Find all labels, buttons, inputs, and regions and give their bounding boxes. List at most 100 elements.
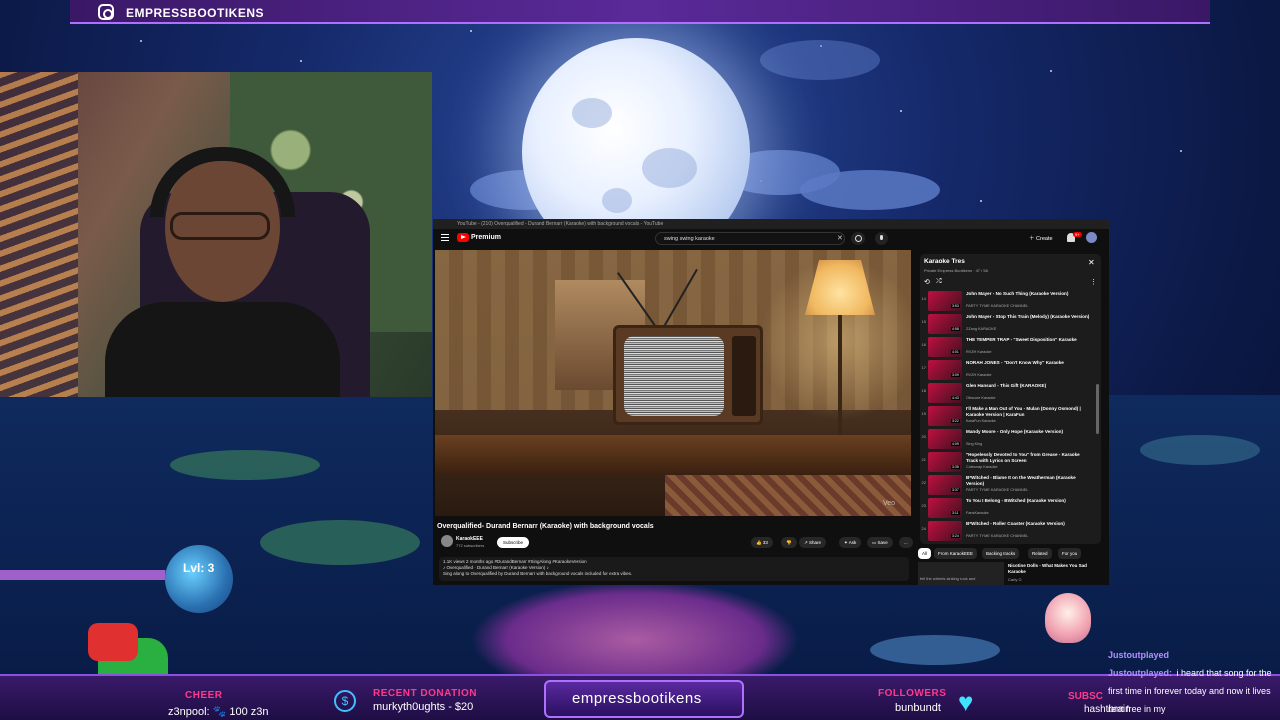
browser-tab-title[interactable]: YouTube - (210) Overqualified - Durand B… bbox=[433, 219, 1109, 229]
chat-overlay: Justoutplayed Justoutplayed: i heard tha… bbox=[1108, 645, 1278, 717]
playlist-item-thumbnail[interactable] bbox=[928, 475, 962, 495]
playlist-panel: Karaoke Tres Private Empress Bootikens ·… bbox=[920, 254, 1101, 544]
shuffle-icon[interactable]: ⤮ bbox=[936, 278, 942, 286]
share-button[interactable]: ↗ Share bbox=[799, 537, 827, 548]
playlist-item-title[interactable]: Glen Hansard - This Gift (KARAOKE) bbox=[966, 383, 1090, 389]
menu-icon[interactable] bbox=[441, 234, 449, 241]
followers-label: FOLLOWERS bbox=[878, 688, 947, 699]
playlist-scrollbar[interactable] bbox=[1096, 384, 1099, 434]
playlist-item[interactable]: 19 3:22 I'll Make a Man Out of You - Mulan… bbox=[920, 405, 1098, 428]
more-icon[interactable]: ⋮ bbox=[1090, 278, 1097, 286]
ask-button[interactable]: ✦ Ask bbox=[839, 537, 862, 548]
more-actions-button[interactable]: ... bbox=[899, 537, 913, 548]
related-thumbnail[interactable]: fell the wheels sinking rock and bbox=[918, 562, 1004, 585]
playlist-item[interactable]: 18 4:43 Glen Hansard - This Gift (KARAOKE)… bbox=[920, 382, 1098, 405]
filter-chip[interactable]: For you bbox=[1058, 548, 1082, 559]
playlist-item-title[interactable]: NORAH JONES - "Don't Know Why" Karaoke bbox=[966, 360, 1090, 366]
playlist-item-duration: 3:11 bbox=[951, 511, 960, 515]
playlist-item-thumbnail[interactable] bbox=[928, 337, 962, 357]
related-video[interactable]: fell the wheels sinking rock and Nicotin… bbox=[918, 562, 1108, 585]
playlist-item-title[interactable]: I'll Make a Man Out of You - Mulan (Donn… bbox=[966, 406, 1090, 418]
star bbox=[140, 40, 142, 42]
glasses bbox=[170, 212, 270, 240]
subscribe-button[interactable]: Subscribe bbox=[497, 537, 530, 548]
playlist-item-thumbnail[interactable] bbox=[928, 521, 962, 541]
channel-name: empressbootikens bbox=[572, 690, 702, 707]
cheer-label: CHEER bbox=[185, 690, 223, 701]
playlist-item-title[interactable]: To You I Belong - BWitched (Karaoke Vers… bbox=[966, 498, 1090, 504]
playlist-item-number: 22 bbox=[921, 480, 926, 485]
create-button[interactable]: ＋ Create bbox=[1029, 234, 1053, 242]
dollar-icon: $ bbox=[334, 690, 356, 712]
video-player[interactable]: Veo bbox=[435, 250, 911, 516]
chat-username: Justoutplayed bbox=[1108, 650, 1170, 660]
playlist-item-thumbnail[interactable] bbox=[928, 406, 962, 426]
filter-chip[interactable]: Backing tracks bbox=[982, 548, 1020, 559]
playlist-item[interactable]: 20 4:09 Mandy Moore - Only Hope (Karaoke V… bbox=[920, 428, 1098, 451]
filter-chip[interactable]: Related bbox=[1028, 548, 1052, 559]
search-input[interactable]: swing swing karaoke bbox=[655, 232, 845, 245]
channel-name[interactable]: KaraokEEE bbox=[456, 536, 483, 542]
playlist-item-thumbnail[interactable] bbox=[928, 498, 962, 518]
playlist-item[interactable]: 14 3:53 John Mayer - No Such Thing (Karaok… bbox=[920, 290, 1098, 313]
playlist-item-channel: RVZH Karaoke bbox=[966, 350, 992, 354]
playlist-item[interactable]: 22 3:37 B*Witched - Blame It on the Weathe… bbox=[920, 474, 1098, 497]
playlist-item-title[interactable]: John Mayer - No Such Thing (Karaoke Vers… bbox=[966, 291, 1090, 297]
playlist-item-title[interactable]: Mandy Moore - Only Hope (Karaoke Version… bbox=[966, 429, 1090, 435]
playlist-item[interactable]: 24 3:24 B*Witched - Roller Coaster (Karaok… bbox=[920, 520, 1098, 543]
filter-chip[interactable]: All bbox=[918, 548, 932, 559]
loop-icon[interactable]: ⟲ bbox=[924, 278, 930, 286]
youtube-brand[interactable]: Premium bbox=[471, 234, 501, 241]
playlist-title[interactable]: Karaoke Tres bbox=[924, 258, 965, 265]
xp-bar-fill bbox=[0, 570, 165, 580]
channel-avatar[interactable] bbox=[441, 535, 453, 547]
playlist-item-duration: 3:22 bbox=[951, 419, 960, 423]
video-description[interactable]: 1.1K views 2 months ago #DurandBernarr #… bbox=[439, 557, 909, 581]
playlist-item[interactable]: 21 3:35 "Hopelessly Devoted to You" from G… bbox=[920, 451, 1098, 474]
related-title[interactable]: Nicotine Dolls - What Makes You Sad Kara… bbox=[1008, 563, 1103, 575]
playlist-item-duration: 3:24 bbox=[951, 534, 960, 538]
playlist-item-title[interactable]: THE TEMPER TRAP - "Sweet Disposition" Ka… bbox=[966, 337, 1090, 343]
sparkle-icon: ✦ bbox=[844, 540, 848, 545]
thumbs-down-icon: 👎 bbox=[786, 540, 792, 545]
playlist-item[interactable]: 15 4:58 John Mayer - Stop This Train (Melo… bbox=[920, 313, 1098, 336]
playlist-item[interactable]: 16 4:01 THE TEMPER TRAP - "Sweet Dispositi… bbox=[920, 336, 1098, 359]
playlist-item-title[interactable]: "Hopelessly Devoted to You" from Grease … bbox=[966, 452, 1090, 464]
playlist-item-channel: ZZang KARAOKE bbox=[966, 327, 997, 331]
playlist-item-thumbnail[interactable] bbox=[928, 314, 962, 334]
search-icon[interactable] bbox=[851, 232, 865, 245]
playlist-item-duration: 3:35 bbox=[951, 465, 960, 469]
coffee-table bbox=[435, 435, 911, 475]
filter-chips: All From KaraokEEE Backing tracks Related Fo… bbox=[918, 548, 1108, 560]
playlist-item-thumbnail[interactable] bbox=[928, 360, 962, 380]
youtube-window: YouTube - (210) Overqualified - Durand B… bbox=[433, 219, 1109, 585]
save-label: Save bbox=[877, 540, 888, 545]
lotus-flower bbox=[470, 580, 800, 680]
microphone-icon[interactable] bbox=[875, 232, 888, 245]
playlist-item-duration: 4:43 bbox=[951, 396, 960, 400]
youtube-logo-icon[interactable] bbox=[457, 233, 469, 242]
rug bbox=[665, 475, 911, 516]
like-button[interactable]: 👍 33 bbox=[751, 537, 773, 548]
save-button[interactable]: ▭ Save bbox=[867, 537, 893, 548]
playlist-item[interactable]: 17 3:09 NORAH JONES - "Don't Know Why" Kar… bbox=[920, 359, 1098, 382]
instagram-icon bbox=[98, 4, 114, 20]
playlist-item-title[interactable]: B*Witched - Roller Coaster (Karaoke Vers… bbox=[966, 521, 1090, 527]
playlist-item-thumbnail[interactable] bbox=[928, 291, 962, 311]
playlist-item-channel: Cutesnap Karaoke bbox=[966, 465, 998, 469]
filter-chip[interactable]: From KaraokEEE bbox=[934, 548, 978, 559]
level-orb bbox=[165, 545, 233, 613]
playlist-item-title[interactable]: John Mayer - Stop This Train (Melody) (K… bbox=[966, 314, 1090, 320]
dislike-button[interactable]: 👎 bbox=[781, 537, 797, 548]
close-icon[interactable]: ✕ bbox=[1088, 258, 1095, 267]
playlist-item-title[interactable]: B*Witched - Blame It on the Weatherman (… bbox=[966, 475, 1090, 487]
clear-search-icon[interactable]: ✕ bbox=[837, 234, 843, 242]
lily-pad bbox=[870, 635, 1000, 665]
instagram-handle: EMPRESSBOOTIKENS bbox=[126, 6, 265, 20]
tapestry-tree bbox=[0, 72, 78, 397]
playlist-item-thumbnail[interactable] bbox=[928, 452, 962, 472]
account-avatar[interactable] bbox=[1086, 232, 1097, 243]
playlist-item[interactable]: 23 3:11 To You I Belong - BWitched (Karaok… bbox=[920, 497, 1098, 520]
playlist-item-thumbnail[interactable] bbox=[928, 383, 962, 403]
playlist-item-thumbnail[interactable] bbox=[928, 429, 962, 449]
